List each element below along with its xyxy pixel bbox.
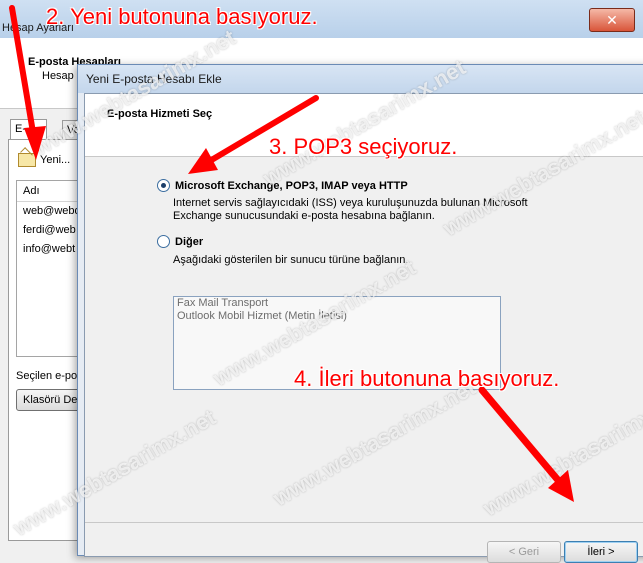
exchange-option-description: Internet servis sağlayıcıdaki (ISS) veya… [173, 197, 528, 222]
new-mail-icon [18, 153, 36, 167]
dialog-body: E-posta Hizmeti Seç Microsoft Exchange, … [84, 93, 643, 563]
other-option[interactable]: Diğer [157, 235, 203, 248]
list-item[interactable]: ferdi@web [17, 221, 81, 240]
list-item: Fax Mail Transport [177, 297, 269, 309]
other-radio[interactable] [157, 235, 170, 248]
add-account-title: Yeni E-posta Hesabı Ekle [86, 72, 222, 86]
other-option-label: Diğer [175, 235, 204, 248]
email-accounts-subheading: Hesap [42, 70, 74, 82]
tab-email[interactable]: E-posta [10, 119, 47, 153]
step4-annotation: 4. İleri butonuna basıyoruz. [294, 366, 560, 391]
back-button[interactable]: < Geri [487, 541, 561, 563]
list-item[interactable]: info@webt [17, 240, 81, 259]
choose-service-title: E-posta Hizmeti Seç [107, 108, 213, 120]
close-button[interactable]: ✕ [589, 8, 635, 32]
account-list: Adı web@webd ferdi@web info@webt [16, 180, 82, 357]
list-item: Outlook Mobil Hizmet (Metin İletisi) [177, 310, 347, 322]
new-account-label: Yeni... [40, 154, 71, 166]
step2-annotation: 2. Yeni butonuna basıyoruz. [46, 4, 318, 29]
close-icon: ✕ [606, 11, 618, 28]
exchange-pop3-option[interactable]: Microsoft Exchange, POP3, IMAP veya HTTP [157, 179, 408, 192]
exchange-option-label: Microsoft Exchange, POP3, IMAP veya HTTP [175, 179, 408, 192]
footer-divider [85, 522, 643, 523]
other-option-description: Aşağıdaki gösterilen bir sunucu türüne b… [173, 254, 409, 266]
step3-annotation: 3. POP3 seçiyoruz. [269, 134, 458, 159]
new-account-button[interactable]: Yeni... [18, 153, 70, 167]
account-list-header: Adı [17, 181, 81, 202]
list-item[interactable]: web@webd [17, 202, 81, 221]
exchange-radio[interactable] [157, 179, 170, 192]
next-button[interactable]: İleri > [564, 541, 638, 563]
add-account-titlebar: Yeni E-posta Hesabı Ekle [78, 65, 643, 93]
